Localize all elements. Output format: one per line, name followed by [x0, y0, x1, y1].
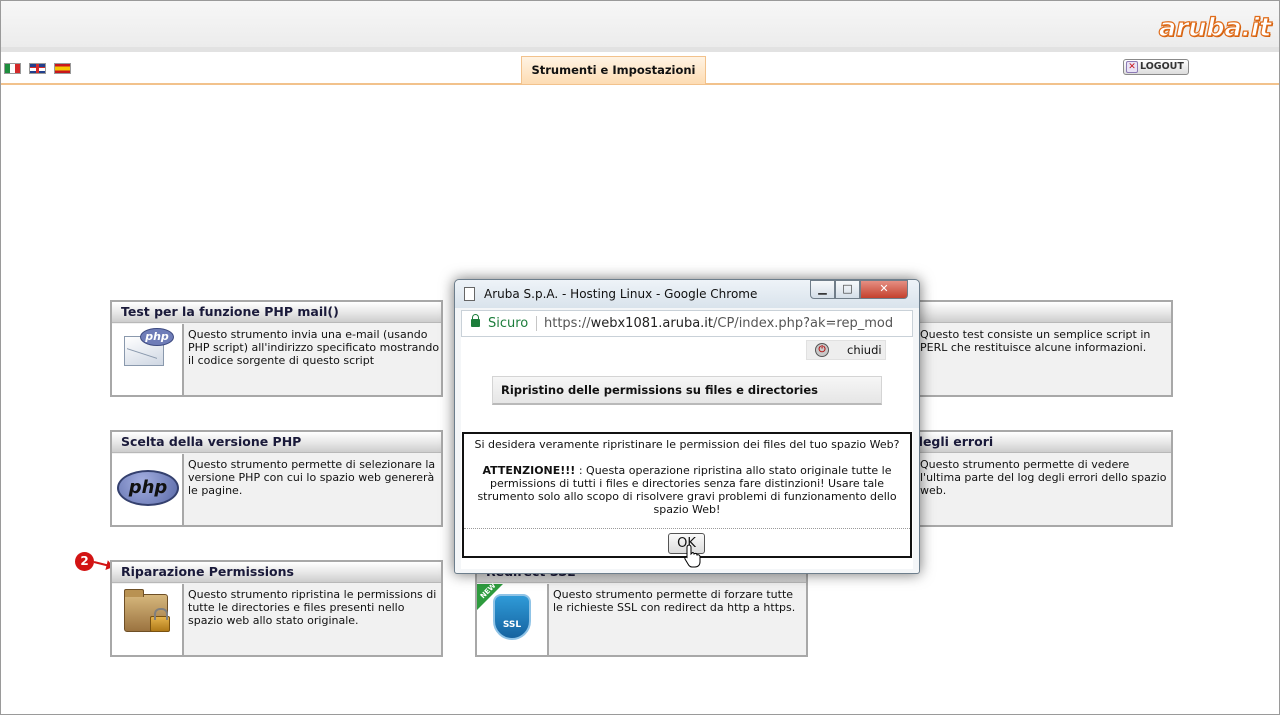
address-bar[interactable]: Sicuro https://webx1081.aruba.it/CP/inde…: [461, 310, 913, 337]
close-link[interactable]: ⏻ chiudi: [806, 340, 886, 360]
top-banner: aruba.it: [1, 1, 1279, 47]
tool-description: Questo strumento ripristina le permissio…: [188, 588, 437, 627]
confirm-question: Si desidera veramente ripristinare le pe…: [474, 438, 900, 451]
ssl-shield-icon[interactable]: NEW SSL: [477, 582, 549, 655]
confirm-message: Si desidera veramente ripristinare le pe…: [472, 438, 902, 516]
divider: [464, 528, 910, 529]
logout-label: LOGOUT: [1140, 61, 1184, 72]
tool-description: Questo test consiste un semplice script …: [920, 328, 1151, 354]
navigation-bar: Strumenti e Impostazioni ✕ LOGOUT: [1, 47, 1279, 85]
page-icon: [464, 287, 475, 301]
php-badge-icon: php: [140, 328, 174, 346]
tool-title[interactable]: Scelta della versione PHP: [112, 432, 441, 453]
popup-heading: Ripristino delle permissions su files e …: [492, 376, 882, 405]
tool-description: Questo strumento invia una e-mail (usand…: [188, 328, 440, 367]
tool-description: Questo strumento permette di forzare tut…: [553, 588, 796, 614]
power-icon: ⏻: [815, 343, 829, 357]
confirm-dialog: Si desidera veramente ripristinare le pe…: [462, 432, 912, 558]
shield-icon: SSL: [493, 594, 531, 640]
warning-label: ATTENZIONE!!!: [482, 464, 576, 477]
tool-php-version[interactable]: Scelta della versione PHP php Questo str…: [110, 430, 443, 527]
close-window-button[interactable]: ✕: [860, 280, 908, 299]
italian-flag-icon[interactable]: [4, 63, 21, 74]
tool-description: Questo strumento permette di selezionare…: [188, 458, 436, 497]
close-label: chiudi: [847, 343, 882, 357]
php-mail-icon[interactable]: php: [112, 324, 184, 395]
step-badge: 2: [75, 552, 94, 571]
url-text[interactable]: https://webx1081.aruba.it/CP/index.php?a…: [544, 311, 893, 336]
tool-redirect-ssl[interactable]: Redirect SSL NEW SSL Questo strumento pe…: [475, 560, 808, 657]
secure-label: Sicuro: [488, 316, 529, 331]
tool-title[interactable]: Riparazione Permissions: [112, 562, 441, 583]
maximize-button[interactable]: □: [835, 280, 860, 299]
logout-icon: ✕: [1126, 61, 1138, 73]
php-oval-icon: php: [117, 470, 179, 506]
tool-description: Questo strumento permette di vedere l'ul…: [920, 458, 1167, 497]
php-logo-icon[interactable]: php: [112, 454, 184, 525]
logout-button[interactable]: ✕ LOGOUT: [1123, 59, 1189, 75]
chrome-popup-window: Aruba S.p.A. - Hosting Linux - Google Ch…: [454, 279, 920, 574]
tool-permissions-repair[interactable]: Riparazione Permissions Questo strumento…: [110, 560, 443, 657]
folder-lock-icon[interactable]: [112, 584, 184, 655]
spanish-flag-icon[interactable]: [54, 63, 71, 74]
aruba-logo[interactable]: aruba.it: [1158, 12, 1272, 43]
tool-php-mail[interactable]: Test per la funzione PHP mail() php Ques…: [110, 300, 443, 397]
address-separator: [536, 316, 537, 331]
confirm-warning: ATTENZIONE!!! : Questa operazione ripris…: [472, 464, 902, 516]
secure-lock-icon: [471, 314, 480, 327]
popup-title: Aruba S.p.A. - Hosting Linux - Google Ch…: [484, 287, 758, 301]
english-flag-icon[interactable]: [29, 63, 46, 74]
tab-strumenti-impostazioni[interactable]: Strumenti e Impostazioni: [521, 56, 706, 84]
minimize-button[interactable]: ▁: [810, 280, 835, 299]
padlock-icon: [150, 608, 170, 632]
popup-content: ⏻ chiudi Ripristino delle permissions su…: [461, 337, 913, 569]
popup-titlebar[interactable]: Aruba S.p.A. - Hosting Linux - Google Ch…: [455, 280, 919, 308]
tool-title[interactable]: Test per la funzione PHP mail(): [112, 302, 441, 323]
pointer-arrow-icon: [93, 561, 112, 568]
